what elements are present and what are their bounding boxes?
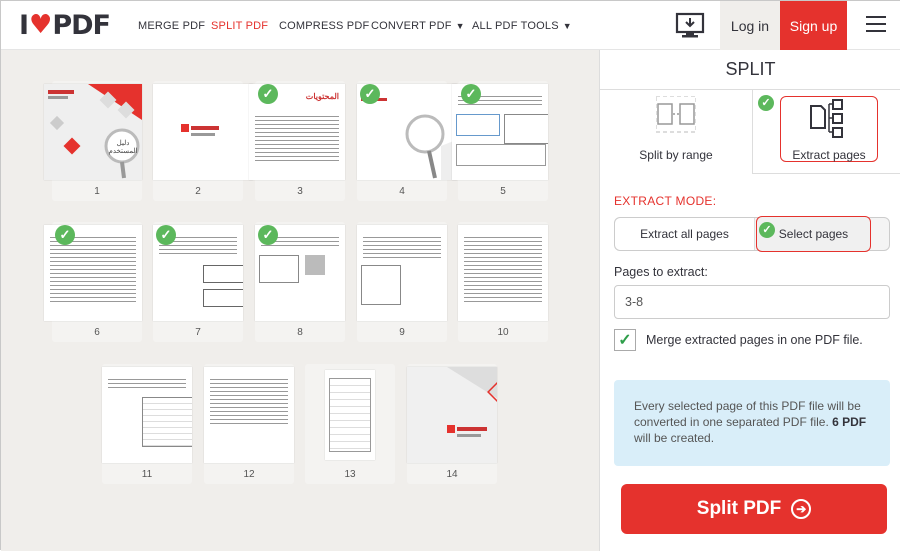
split-range-icon <box>656 96 696 133</box>
caret-down-icon: ▼ <box>562 20 572 31</box>
page-thumb-3[interactable]: ✓ المحتويات 3 <box>249 81 345 201</box>
nav-all-pdf-tools[interactable]: ALL PDF TOOLS ▼ <box>472 1 572 50</box>
page-11-table <box>102 367 192 463</box>
hamburger-menu-icon[interactable] <box>866 16 886 34</box>
page-number: 11 <box>141 469 153 480</box>
selected-check-icon: ✓ <box>258 84 278 104</box>
login-button[interactable]: Log in <box>720 1 780 50</box>
page-12-form <box>204 367 294 463</box>
tab-extract-pages-label: Extract pages <box>792 148 866 162</box>
page-number: 1 <box>94 186 100 197</box>
nav-convert-label: CONVERT PDF <box>371 19 452 32</box>
page-thumb-12[interactable]: 12 <box>204 364 294 484</box>
panel-title: SPLIT <box>600 50 900 90</box>
heart-icon: ♥ <box>29 10 52 40</box>
page-number: 2 <box>195 186 201 197</box>
page-9-text <box>357 225 447 321</box>
page-number: 14 <box>446 469 458 480</box>
tab-extract-pages[interactable]: Extract pages <box>779 90 879 174</box>
page-2-logo-page <box>153 84 253 180</box>
tab-split-by-range[interactable]: Split by range <box>600 90 753 174</box>
nav-split-pdf[interactable]: SPLIT PDF <box>211 1 268 50</box>
merge-pages-checkbox[interactable]: ✓ <box>614 329 636 351</box>
page-number: 9 <box>399 327 405 338</box>
selected-check-icon: ✓ <box>156 225 176 245</box>
page-3-heading: المحتويات <box>305 92 339 101</box>
split-options-panel: SPLIT Split by range ✓ Extract pages EXT… <box>599 50 900 551</box>
page-number: 8 <box>297 327 303 338</box>
info-text-end: will be created. <box>634 431 715 445</box>
page-thumb-1[interactable]: دليل المستخدم 1 <box>44 81 142 201</box>
caret-down-icon: ▼ <box>455 20 465 31</box>
split-mode-tabs: Split by range ✓ Extract pages <box>600 90 900 174</box>
page-thumb-5[interactable]: ✓ 5 <box>452 81 548 201</box>
signup-button[interactable]: Sign up <box>780 1 847 50</box>
info-text: Every selected page of this PDF file wil… <box>634 399 861 429</box>
page-number: 3 <box>297 186 303 197</box>
arrow-right-icon: ➔ <box>791 499 812 519</box>
page-number: 6 <box>94 327 100 338</box>
page-thumb-4[interactable]: ✓ 4 <box>357 81 457 201</box>
extract-mode-label: EXTRACT MODE: <box>614 194 717 208</box>
page-thumb-9[interactable]: 9 <box>357 222 447 342</box>
top-navbar: I ♥ PDF MERGE PDF SPLIT PDF COMPRESS PDF C… <box>1 1 900 50</box>
page-thumb-2[interactable]: 2 <box>153 81 253 201</box>
page-thumb-8[interactable]: ✓ 8 <box>255 222 345 342</box>
page-thumb-13[interactable]: 13 <box>305 364 395 484</box>
selected-check-icon: ✓ <box>55 225 75 245</box>
ilovepdf-logo[interactable]: I ♥ PDF <box>19 9 111 41</box>
page-number: 5 <box>500 186 506 197</box>
page-14-back-cover <box>407 367 497 463</box>
extract-all-pages-button[interactable]: Extract all pages <box>615 218 755 250</box>
page-1-cover: دليل المستخدم <box>44 84 142 180</box>
tab-split-by-range-label: Split by range <box>639 148 713 162</box>
nav-convert-pdf[interactable]: CONVERT PDF ▼ <box>371 1 465 50</box>
split-pdf-button[interactable]: Split PDF ➔ <box>621 484 887 534</box>
selected-check-icon: ✓ <box>759 222 775 238</box>
selected-check-icon: ✓ <box>461 84 481 104</box>
page-thumbnails-area: دليل المستخدم 1 2 ✓ المحتويات 3 ✓ 4 ✓ 5 … <box>1 50 599 551</box>
page-number: 13 <box>344 469 356 480</box>
nav-all-tools-label: ALL PDF TOOLS <box>472 19 559 32</box>
nav-merge-pdf[interactable]: MERGE PDF <box>138 1 205 50</box>
pages-to-extract-label: Pages to extract: <box>614 265 708 279</box>
page-number: 7 <box>195 327 201 338</box>
logo-letter: I <box>19 9 29 41</box>
page-number: 10 <box>497 327 509 338</box>
selected-check-icon: ✓ <box>758 95 774 111</box>
desktop-download-icon[interactable] <box>675 11 705 41</box>
merge-pages-label: Merge extracted pages in one PDF file. <box>646 333 863 347</box>
page-thumb-14[interactable]: 14 <box>407 364 497 484</box>
page-number: 12 <box>243 469 255 480</box>
page-10-text <box>458 225 548 321</box>
selected-check-icon: ✓ <box>360 84 380 104</box>
page-thumb-6[interactable]: ✓ 6 <box>44 222 142 342</box>
info-count: 6 PDF <box>832 415 867 429</box>
page-13-table <box>325 370 375 460</box>
page-thumb-10[interactable]: 10 <box>458 222 548 342</box>
select-pages-label: Select pages <box>778 227 849 241</box>
pages-to-extract-input[interactable] <box>614 285 890 319</box>
logo-text: PDF <box>52 9 111 41</box>
page-thumb-7[interactable]: ✓ 7 <box>153 222 243 342</box>
selected-check-icon: ✓ <box>258 225 278 245</box>
extract-mode-toggle: Extract all pages Select pages ✓ <box>614 216 890 252</box>
page-thumb-11[interactable]: 11 <box>102 364 192 484</box>
extract-pages-icon <box>810 99 843 138</box>
nav-compress-pdf[interactable]: COMPRESS PDF <box>279 1 369 50</box>
split-pdf-label: Split PDF <box>696 498 782 519</box>
page-number: 4 <box>399 186 405 197</box>
info-box: Every selected page of this PDF file wil… <box>614 380 890 466</box>
page-1-title: دليل المستخدم <box>108 140 138 155</box>
